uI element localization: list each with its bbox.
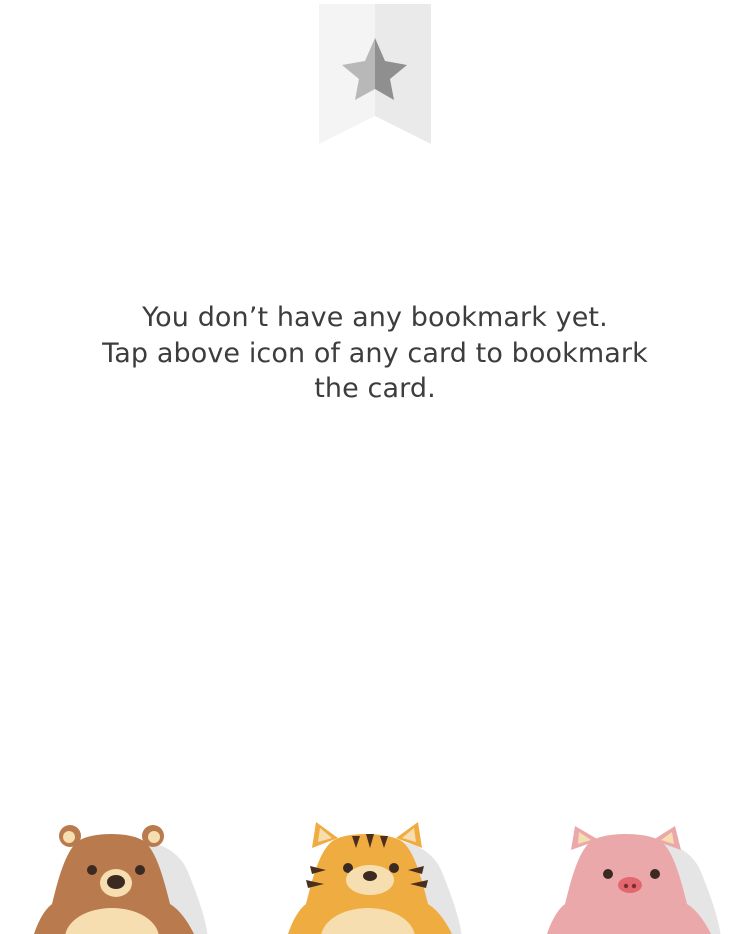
empty-message-line-3: the card. [314,373,436,404]
pig-mascot-icon [547,826,721,934]
tiger-mascot-icon [288,822,462,934]
empty-message-line-2: Tap above icon of any card to bookmark [102,337,648,369]
bear-mascot-icon [34,825,208,934]
empty-message-line-1: You don’t have any bookmark yet. [142,302,608,333]
bookmarks-empty-screen: You don’t have any bookmark yet. Tap abo… [0,0,750,934]
bookmark-star-icon [319,4,431,144]
empty-bookmarks-message: You don’t have any bookmark yet. Tap abo… [60,300,690,407]
mascot-row [0,800,750,934]
